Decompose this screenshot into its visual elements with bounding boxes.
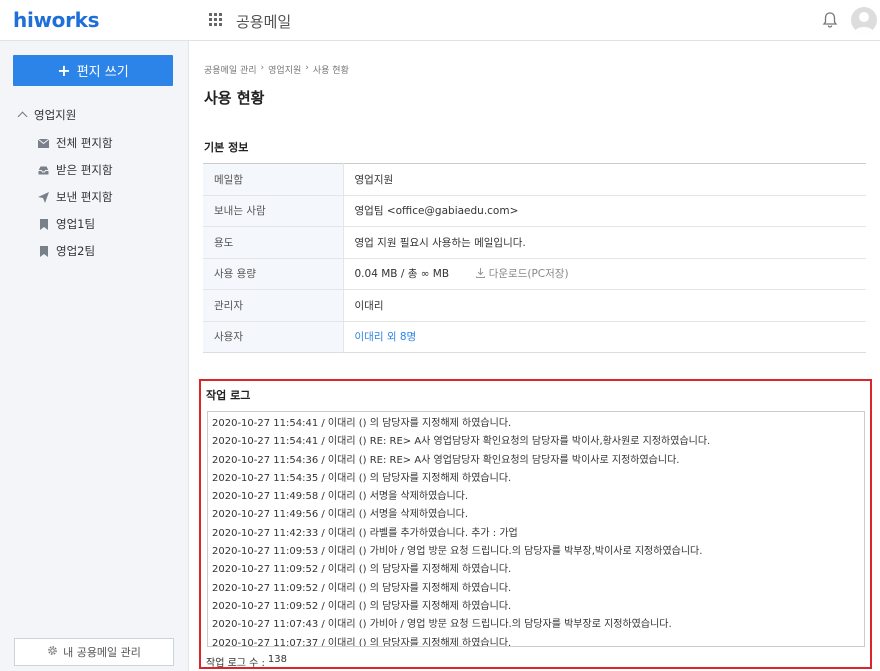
plus-icon: + (57, 60, 71, 80)
breadcrumb-item[interactable]: 영업지원 (268, 63, 301, 76)
manage-label: 내 공용메일 관리 (63, 646, 141, 659)
info-row: 관리자 이대리 (203, 289, 866, 322)
breadcrumb-item[interactable]: 공용메일 관리 (204, 63, 257, 76)
sidebar-item-label: 보낸 편지함 (56, 190, 113, 204)
gear-icon (47, 645, 58, 659)
log-entry: 2020-10-27 11:54:41 / 이대리 () 의 담당자를 지정해제… (212, 418, 512, 429)
info-row: 용도 영업 지원 필요시 사용하는 메일입니다. (203, 226, 866, 259)
log-entry: 2020-10-27 11:09:52 / 이대리 () 의 담당자를 지정해제… (212, 564, 512, 576)
info-label: 관리자 (203, 289, 344, 322)
log-entry: 2020-10-27 11:54:41 / 이대리 () RE: RE> A사 … (212, 436, 711, 448)
bell-icon[interactable] (820, 10, 840, 30)
breadcrumb-current: 사용 현황 (312, 66, 349, 76)
basic-info-table: 메일함 영업지원 보내는 사람 영업팀 <office@gabiaedu.com… (203, 163, 866, 353)
info-value-cell: 0.04 MB / 총 ∞ MB 다운로드(PC저장) (343, 258, 866, 290)
chevron-up-icon (17, 111, 28, 122)
users-link[interactable]: 이대리 외 8명 (355, 331, 417, 343)
log-entry: 2020-10-27 11:49:56 / 이대리 () 서명을 삭제하였습니다… (212, 509, 469, 521)
sidebar-group-label: 영업지원 (34, 108, 77, 122)
bookmark-icon (38, 218, 49, 230)
info-row: 메일함 영업지원 (203, 163, 866, 196)
info-label: 용도 (203, 226, 344, 259)
page-title: 사용 현황 (204, 89, 265, 107)
sidebar-item-all-mail[interactable]: 전체 편지함 (38, 135, 113, 151)
download-icon (476, 268, 488, 280)
compose-button[interactable]: + 편지 쓰기 (13, 55, 173, 86)
log-count: 작업 로그 수 : 138 (206, 654, 287, 669)
basic-info-title: 기본 정보 (204, 141, 249, 154)
apps-grid-icon[interactable] (209, 13, 222, 26)
breadcrumb-separator: › (260, 63, 265, 73)
manage-shared-mail-button[interactable]: 내 공용메일 관리 (14, 638, 174, 666)
breadcrumb: 공용메일 관리 › 영업지원 › 사용 현황 (204, 63, 349, 76)
log-count-value: 138 (267, 654, 287, 665)
sidebar-item-label: 영업1팀 (56, 217, 96, 231)
compose-label: 편지 쓰기 (76, 65, 129, 80)
app-title: 공용메일 (236, 13, 292, 31)
sidebar-group-toggle[interactable]: 영업지원 (17, 107, 77, 123)
sidebar: + 편지 쓰기 영업지원 전체 편지함 받은 편지함 보낸 편지함 영업1팀 영… (0, 41, 189, 671)
log-entry: 2020-10-27 11:54:36 / 이대리 () RE: RE> A사 … (212, 454, 680, 466)
sidebar-item-label: 영업2팀 (56, 244, 96, 258)
log-count-label: 작업 로그 수 : (206, 658, 265, 669)
sidebar-item-inbox[interactable]: 받은 편지함 (38, 162, 113, 178)
log-entry: 2020-10-27 11:07:37 / 이대리 () 의 담당자를 지정해제… (212, 637, 512, 647)
main-content: 공용메일 관리 › 영업지원 › 사용 현황 사용 현황 기본 정보 메일함 영… (190, 41, 880, 671)
download-link[interactable]: 다운로드(PC저장) (476, 268, 569, 281)
log-entry: 2020-10-27 11:09:52 / 이대리 () 의 담당자를 지정해제… (212, 582, 512, 594)
download-label: 다운로드(PC저장) (488, 268, 569, 281)
sidebar-item-label: 전체 편지함 (56, 136, 113, 150)
info-value: 영업팀 <office@gabiaedu.com> (343, 195, 866, 227)
info-row: 보내는 사람 영업팀 <office@gabiaedu.com> (203, 195, 866, 227)
info-row: 사용자 이대리 외 8명 (203, 321, 866, 353)
log-entry: 2020-10-27 11:49:58 / 이대리 () 서명을 삭제하였습니다… (212, 491, 469, 503)
info-value: 영업지원 (343, 163, 866, 196)
info-label: 사용 용량 (203, 258, 344, 290)
work-log-title: 작업 로그 (206, 389, 251, 402)
info-value: 영업 지원 필요시 사용하는 메일입니다. (343, 226, 866, 259)
log-entry: 2020-10-27 11:54:35 / 이대리 () 의 담당자를 지정해제… (212, 472, 512, 484)
breadcrumb-separator: › (305, 63, 309, 73)
send-icon (38, 191, 49, 203)
hiworks-logo[interactable]: hiworks (13, 8, 100, 32)
avatar[interactable] (851, 7, 877, 33)
info-value-cell: 이대리 외 8명 (343, 321, 866, 353)
storage-usage: 0.04 MB / 총 ∞ MB (354, 268, 450, 281)
info-label: 사용자 (203, 321, 344, 353)
log-entry: 2020-10-27 11:07:43 / 이대리 () 가비아 / 영업 방문… (212, 619, 672, 631)
top-header: hiworks 공용메일 (0, 0, 880, 41)
work-log-section: 작업 로그 2020-10-27 11:54:41 / 이대리 () 의 담당자… (199, 379, 872, 669)
info-label: 메일함 (203, 163, 344, 196)
sidebar-item-team2[interactable]: 영업2팀 (38, 243, 95, 259)
inbox-icon (38, 165, 49, 176)
work-log-list[interactable]: 2020-10-27 11:54:41 / 이대리 () 의 담당자를 지정해제… (207, 411, 865, 647)
sidebar-item-team1[interactable]: 영업1팀 (38, 216, 95, 232)
bookmark-icon (38, 245, 49, 257)
log-entry: 2020-10-27 11:42:33 / 이대리 () 라벨를 추가하였습니다… (212, 527, 518, 539)
log-entry: 2020-10-27 11:09:52 / 이대리 () 의 담당자를 지정해제… (212, 600, 512, 612)
sidebar-item-label: 받은 편지함 (56, 163, 113, 177)
info-value: 이대리 (343, 289, 866, 322)
info-label: 보내는 사람 (203, 195, 344, 227)
mail-icon (38, 138, 49, 149)
log-entry: 2020-10-27 11:09:53 / 이대리 () 가비아 / 영업 방문… (212, 546, 703, 558)
info-row: 사용 용량 0.04 MB / 총 ∞ MB 다운로드(PC저장) (203, 258, 866, 290)
sidebar-item-sent[interactable]: 보낸 편지함 (38, 189, 113, 205)
